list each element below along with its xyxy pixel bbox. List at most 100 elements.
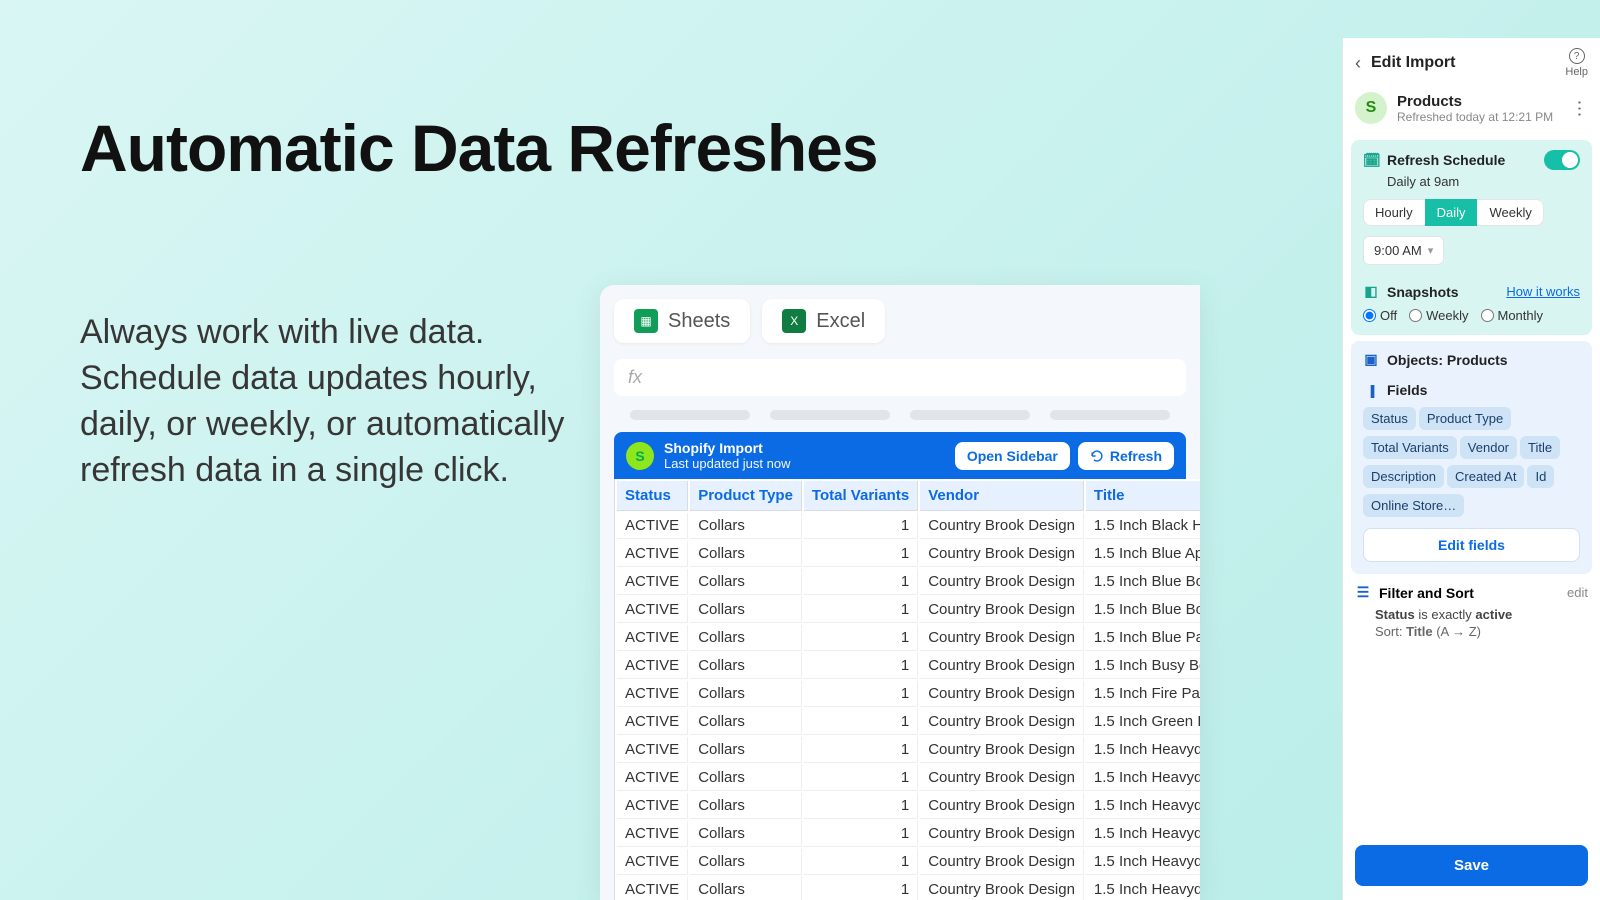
cell: 1 (804, 597, 918, 623)
table-row[interactable]: ACTIVECollars1Country Brook Design1.5 In… (617, 513, 1200, 539)
table-row[interactable]: ACTIVECollars1Country Brook Design1.5 In… (617, 653, 1200, 679)
table-row[interactable]: ACTIVECollars1Country Brook Design1.5 In… (617, 625, 1200, 651)
cell: Country Brook Design (920, 653, 1084, 679)
field-chip[interactable]: Vendor (1460, 436, 1517, 459)
cell: Country Brook Design (920, 625, 1084, 651)
cell: Country Brook Design (920, 569, 1084, 595)
cell: 1 (804, 541, 918, 567)
cell: 1.5 Inch Heavyduty (1086, 877, 1200, 900)
cell: 1.5 Inch Green Pais (1086, 709, 1200, 735)
freq-hourly[interactable]: Hourly (1363, 199, 1425, 226)
cell: Country Brook Design (920, 821, 1084, 847)
time-select[interactable]: 9:00 AM ▾ (1363, 236, 1444, 265)
col-vendor[interactable]: Vendor (920, 481, 1084, 511)
cell: 1.5 Inch Heavyduty (1086, 765, 1200, 791)
help-label: Help (1565, 66, 1588, 78)
snapshots-label: Snapshots (1387, 284, 1459, 300)
cell: 1 (804, 513, 918, 539)
how-it-works-link[interactable]: How it works (1506, 284, 1580, 299)
table-row[interactable]: ACTIVECollars1Country Brook Design1.5 In… (617, 877, 1200, 900)
help-button[interactable]: ? Help (1565, 48, 1588, 78)
cell: 1 (804, 681, 918, 707)
refresh-schedule-panel: 🗓 Refresh Schedule Daily at 9am Hourly D… (1351, 140, 1592, 335)
edit-fields-button[interactable]: Edit fields (1363, 528, 1580, 562)
cell: Country Brook Design (920, 597, 1084, 623)
hero-title: Automatic Data Refreshes (80, 110, 878, 186)
refresh-icon (1090, 449, 1104, 463)
import-subtitle: Last updated just now (664, 456, 790, 471)
snap-off[interactable]: Off (1363, 308, 1397, 323)
freq-weekly[interactable]: Weekly (1477, 199, 1543, 226)
table-row[interactable]: ACTIVECollars1Country Brook Design1.5 In… (617, 709, 1200, 735)
col-product-type[interactable]: Product Type (690, 481, 802, 511)
cell: Collars (690, 877, 802, 900)
cell: ACTIVE (617, 653, 688, 679)
cell: Country Brook Design (920, 793, 1084, 819)
table-row[interactable]: ACTIVECollars1Country Brook Design1.5 In… (617, 849, 1200, 875)
cell: Collars (690, 709, 802, 735)
schedule-toggle[interactable] (1544, 150, 1580, 170)
table-row[interactable]: ACTIVECollars1Country Brook Design1.5 In… (617, 821, 1200, 847)
refresh-label: Refresh (1110, 448, 1162, 464)
tab-excel[interactable]: X Excel (762, 299, 885, 343)
cell: ACTIVE (617, 569, 688, 595)
cell: 1 (804, 765, 918, 791)
cell: Country Brook Design (920, 709, 1084, 735)
save-button[interactable]: Save (1355, 845, 1588, 886)
cell: 1 (804, 653, 918, 679)
field-chip[interactable]: Online Store… (1363, 494, 1464, 517)
snapshot-icon: ◧ (1363, 283, 1379, 300)
filter-icon: ☰ (1355, 584, 1371, 601)
cell: 1.5 Inch Fire Paisle (1086, 681, 1200, 707)
table-row[interactable]: ACTIVECollars1Country Brook Design1.5 In… (617, 737, 1200, 763)
table-row[interactable]: ACTIVECollars1Country Brook Design1.5 In… (617, 569, 1200, 595)
field-chip[interactable]: Title (1520, 436, 1560, 459)
cell: ACTIVE (617, 877, 688, 900)
cell: 1 (804, 877, 918, 900)
table-row[interactable]: ACTIVECollars1Country Brook Design1.5 In… (617, 793, 1200, 819)
box-icon: ▣ (1363, 351, 1379, 368)
placeholder-row (600, 406, 1200, 432)
field-chip[interactable]: Status (1363, 407, 1416, 430)
table-row[interactable]: ACTIVECollars1Country Brook Design1.5 In… (617, 681, 1200, 707)
table-row[interactable]: ACTIVECollars1Country Brook Design1.5 In… (617, 765, 1200, 791)
frequency-segmented[interactable]: Hourly Daily Weekly (1363, 199, 1544, 226)
source-icon: S (1355, 92, 1387, 124)
field-chip[interactable]: Product Type (1419, 407, 1511, 430)
edit-import-sidebar: ‹ Edit Import ? Help S Products Refreshe… (1342, 38, 1600, 900)
chevron-down-icon: ▾ (1428, 244, 1434, 257)
cell: 1.5 Inch Black Haw (1086, 513, 1200, 539)
import-bar: S Shopify Import Last updated just now O… (614, 432, 1186, 479)
schedule-summary: Daily at 9am (1387, 174, 1580, 189)
fields-label: Fields (1387, 382, 1427, 398)
import-title: Shopify Import (664, 440, 790, 456)
col-status[interactable]: Status (617, 481, 688, 511)
shopify-icon: S (626, 442, 654, 470)
field-chip[interactable]: Created At (1447, 465, 1524, 488)
objects-label: Objects: Products (1387, 352, 1508, 368)
cell: Collars (690, 625, 802, 651)
cell: 1 (804, 793, 918, 819)
refresh-button[interactable]: Refresh (1078, 442, 1174, 470)
cell: 1.5 Inch Blue Paisle (1086, 625, 1200, 651)
snap-weekly[interactable]: Weekly (1409, 308, 1468, 323)
tab-sheets[interactable]: ▦ Sheets (614, 299, 750, 343)
freq-daily[interactable]: Daily (1425, 199, 1478, 226)
refresh-schedule-label: Refresh Schedule (1387, 152, 1505, 168)
table-row[interactable]: ACTIVECollars1Country Brook Design1.5 In… (617, 541, 1200, 567)
cell: Collars (690, 793, 802, 819)
back-icon[interactable]: ‹ (1355, 53, 1361, 74)
open-sidebar-button[interactable]: Open Sidebar (955, 442, 1070, 470)
col-title[interactable]: Title (1086, 481, 1200, 511)
more-icon[interactable]: ⋯ (1569, 99, 1590, 117)
col-total-variants[interactable]: Total Variants (804, 481, 918, 511)
formula-bar[interactable]: fx (614, 359, 1186, 396)
table-row[interactable]: ACTIVECollars1Country Brook Design1.5 In… (617, 597, 1200, 623)
calendar-check-icon: 🗓 (1363, 152, 1379, 169)
snap-monthly[interactable]: Monthly (1481, 308, 1544, 323)
edit-filter-link[interactable]: edit (1567, 585, 1588, 600)
field-chip[interactable]: Total Variants (1363, 436, 1457, 459)
field-chip[interactable]: Id (1527, 465, 1554, 488)
help-icon: ? (1569, 48, 1585, 64)
field-chip[interactable]: Description (1363, 465, 1444, 488)
